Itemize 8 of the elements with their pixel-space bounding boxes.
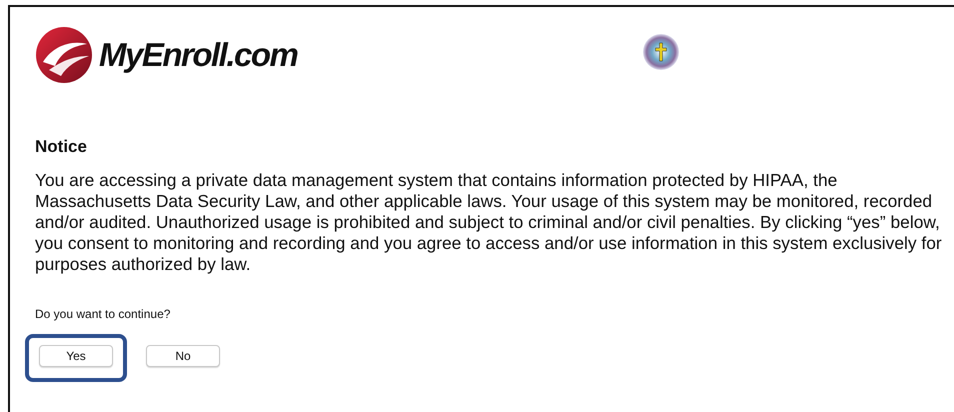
- notice-text: You are accessing a private data management system that contains information protected by HIPAA, the Massachusetts Data Security Law, and other applicable laws. Your usage of this system may be monitored, recorded and/or audited. Unauthorized usage is prohibited and subject to criminal and/or civil penalties. By clicking “yes” below, you consent to monitoring and recording and you agree to access and/or use information in this system exclusively for purposes authorized by law.: [35, 170, 943, 275]
- question-text: Do you want to continue?: [35, 307, 172, 321]
- answer-button[interactable]: Yes: [39, 345, 113, 367]
- answer-button[interactable]: No: [146, 345, 220, 367]
- logo-icon: [35, 26, 93, 84]
- notice-title: Notice: [35, 137, 88, 157]
- seal-icon: [642, 33, 680, 71]
- logo-text: MyEnroll.com: [99, 36, 298, 74]
